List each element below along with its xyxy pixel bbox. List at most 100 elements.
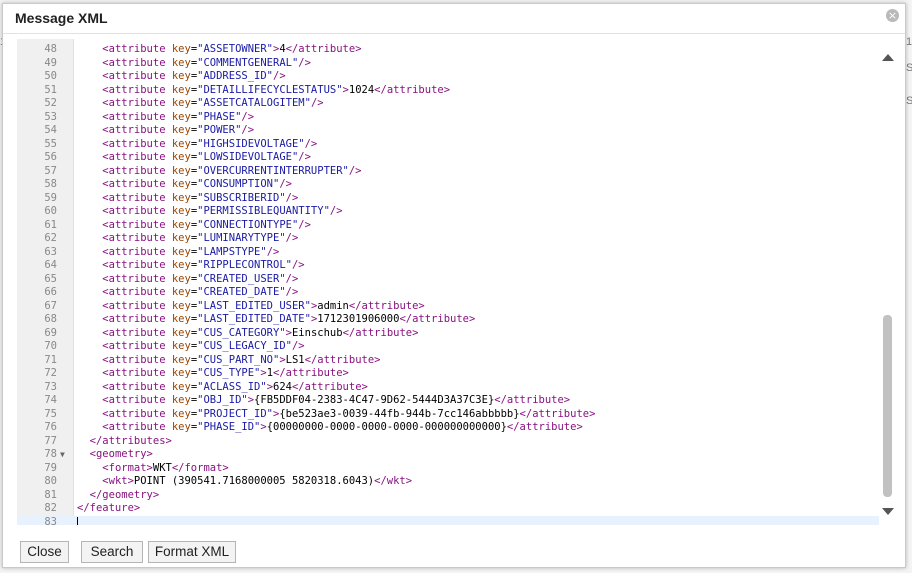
code-line: 67 <attribute key="LAST_EDITED_USER">adm… (17, 300, 879, 314)
code-line: 82 </feature> (17, 502, 879, 516)
code-line: 72 <attribute key="CUS_TYPE">1</attribut… (17, 367, 879, 381)
code-text: <attribute key="CUS_LEGACY_ID"/> (77, 340, 304, 354)
close-icon[interactable]: × (886, 9, 899, 22)
line-number: 70 (44, 340, 57, 352)
xml-tag: </wkt> (374, 475, 413, 487)
xml-tag: <attribute (102, 286, 166, 298)
code-line: 55 <attribute key="HIGHSIDEVOLTAGE"/> (17, 138, 879, 152)
xml-editor[interactable]: 48 <attribute key="ASSETOWNER">4</attrib… (17, 39, 879, 525)
dialog-titlebar[interactable]: Message XML × (3, 4, 905, 34)
scroll-down-icon[interactable] (882, 508, 894, 515)
line-number: 60 (44, 205, 57, 217)
code-text: <attribute key="LAMPSTYPE"/> (77, 246, 279, 260)
close-button[interactable]: Close (20, 541, 69, 563)
code-line: 74 <attribute key="OBJ_ID">{FB5DDF04-238… (17, 394, 879, 408)
xml-attr-name: key (165, 151, 191, 163)
xml-tag: /> (285, 286, 299, 298)
code-text: <attribute key="OVERCURRENTINTERRUPTER"/… (77, 164, 362, 179)
xml-tag: </attribute> (285, 43, 362, 55)
code-text: </geometry> (77, 489, 160, 503)
xml-attr-name: key (165, 299, 191, 312)
code-line: 79 <format>WKT</format> (17, 462, 879, 476)
code-line: 75 <attribute key="PROJECT_ID">{be523ae3… (17, 408, 879, 422)
code-text: <format>WKT</format> (77, 462, 228, 476)
code-text: <wkt>POINT (390541.7168000005 5820318.60… (77, 475, 412, 489)
xml-tag: <attribute (102, 97, 166, 109)
line-number: 77 (44, 434, 57, 447)
editor-scrollbar[interactable] (881, 49, 895, 519)
code-text: <attribute key="PHASE"/> (77, 111, 254, 125)
line-number: 71 (44, 353, 57, 366)
code-text: <attribute key="LUMINARYTYPE"/> (77, 232, 298, 246)
code-line: 60 <attribute key="PERMISSIBLEQUANTITY"/… (17, 205, 879, 219)
xml-tag: </attribute> (342, 326, 419, 339)
xml-attr-value: "RIPPLECONTROL" (197, 259, 292, 271)
fold-arrow-icon[interactable]: ▼ (60, 448, 65, 462)
line-number: 82 (44, 502, 57, 514)
xml-text: {00000000-0000-0000-0000-000000000000} (266, 421, 507, 433)
line-number: 48 (44, 43, 57, 55)
xml-attr-name: key (165, 178, 191, 190)
xml-tag: <attribute (102, 164, 166, 177)
code-line: 50 <attribute key="ADDRESS_ID"/> (17, 70, 879, 84)
xml-tag: /> (298, 151, 311, 163)
code-line: 63 <attribute key="LAMPSTYPE"/> (17, 246, 879, 260)
xml-attr-value: "DETAILLIFECYCLESTATUS" (197, 83, 343, 96)
xml-tag: /> (266, 245, 280, 258)
code-line: 65 <attribute key="CREATED_USER"/> (17, 273, 879, 287)
code-text: <attribute key="CREATED_USER"/> (77, 273, 298, 287)
xml-tag: <attribute (102, 56, 166, 69)
xml-text: admin (317, 299, 349, 312)
xml-tag: </attribute> (494, 394, 571, 406)
xml-attr-name: key (165, 272, 191, 285)
xml-tag: <attribute (102, 137, 166, 150)
code-text: </feature> (77, 502, 140, 516)
xml-tag: <attribute (102, 407, 166, 420)
xml-tag: /> (348, 164, 362, 177)
xml-tag: </attribute> (519, 407, 596, 420)
xml-tag: <attribute (102, 232, 166, 244)
scrollbar-thumb[interactable] (883, 315, 892, 497)
xml-tag: /> (304, 137, 318, 150)
xml-tag: /> (329, 205, 343, 217)
line-number: 67 (44, 299, 57, 312)
code-text: <attribute key="PROJECT_ID">{be523ae3-00… (77, 408, 595, 422)
xml-attr-name: key (165, 70, 191, 82)
xml-attr-value: "CUS_PART_NO" (197, 353, 280, 366)
code-line: 80 <wkt>POINT (390541.7168000005 5820318… (17, 475, 879, 489)
xml-tag: <attribute (102, 394, 166, 406)
xml-tag: <attribute (102, 421, 166, 433)
format-xml-button[interactable]: Format XML (148, 541, 236, 563)
xml-attr-value: "ASSETCATALOGITEM" (197, 97, 311, 109)
code-text: <attribute key="CONSUMPTION"/> (77, 178, 292, 192)
xml-tag: <attribute (102, 313, 166, 325)
line-number: 69 (44, 326, 57, 339)
code-text: <attribute key="POWER"/> (77, 124, 254, 138)
xml-attr-name: key (165, 340, 191, 352)
xml-attr-value: "CUS_CATEGORY" (197, 326, 286, 339)
code-text: <geometry> (77, 448, 153, 462)
xml-attr-value: "LUMINARYTYPE" (197, 232, 286, 244)
code-text: <attribute key="DETAILLIFECYCLESTATUS">1… (77, 84, 450, 98)
xml-tag: <attribute (102, 259, 166, 271)
xml-attr-name: key (165, 43, 191, 55)
xml-attr-name: key (165, 326, 191, 339)
code-line: 81 </geometry> (17, 489, 879, 503)
code-text: <attribute key="RIPPLECONTROL"/> (77, 259, 304, 273)
xml-tag: <attribute (102, 353, 166, 366)
line-number: 52 (44, 97, 57, 109)
code-line: 57 <attribute key="OVERCURRENTINTERRUPTE… (17, 165, 879, 179)
code-text: <attribute key="LOWSIDEVOLTAGE"/> (77, 151, 311, 165)
line-number: 78 (44, 448, 57, 460)
line-number: 55 (44, 137, 57, 150)
code-text: <attribute key="LAST_EDITED_DATE">171230… (77, 313, 475, 327)
xml-tag: <attribute (102, 218, 166, 231)
scroll-up-icon[interactable] (882, 54, 894, 61)
line-number: 50 (44, 70, 57, 82)
dialog-title: Message XML (15, 10, 108, 26)
xml-tag: <attribute (102, 110, 166, 123)
line-number: 54 (44, 124, 57, 136)
code-text: <attribute key="CUS_TYPE">1</attribute> (77, 367, 349, 381)
search-button[interactable]: Search (81, 541, 143, 563)
xml-attr-name: key (165, 394, 191, 406)
